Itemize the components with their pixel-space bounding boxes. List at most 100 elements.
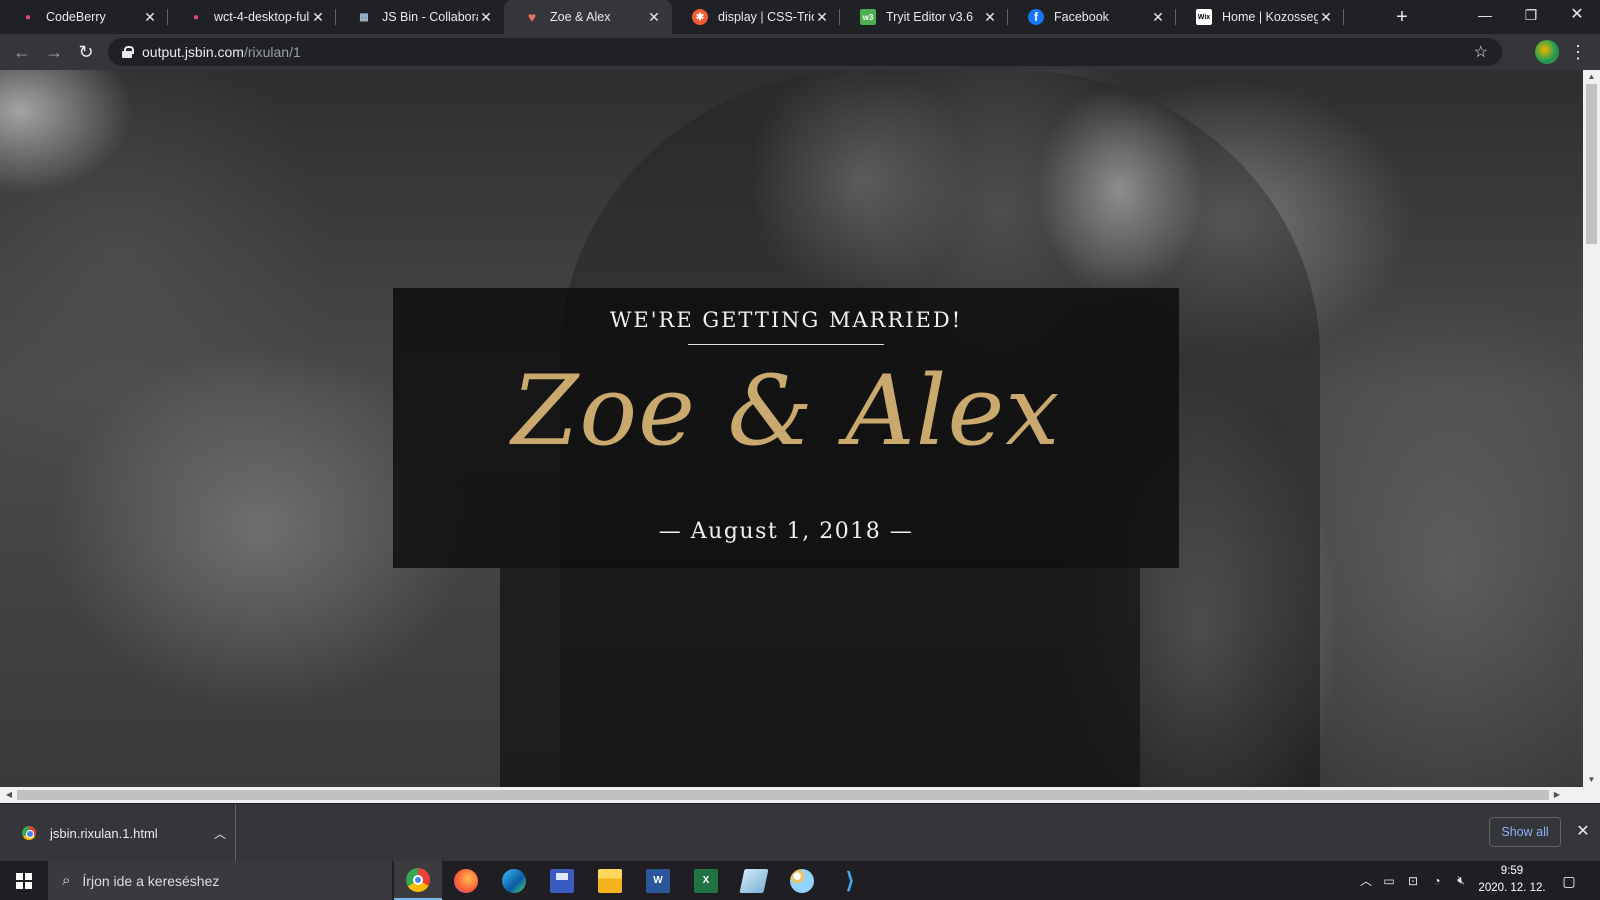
url-host: output.jsbin.com xyxy=(142,44,244,60)
clock-time: 9:59 xyxy=(1500,865,1524,877)
facebook-icon: f xyxy=(1028,9,1044,25)
back-icon[interactable]: ← xyxy=(8,38,36,66)
tab-title: Facebook xyxy=(1054,10,1109,24)
taskbar-edge[interactable] xyxy=(490,861,538,900)
download-file-name: jsbin.rixulan.1.html xyxy=(50,825,158,841)
close-shelf-icon[interactable]: ✕ xyxy=(1573,818,1593,846)
scroll-left-icon[interactable]: ◀ xyxy=(2,787,16,803)
close-tab-icon[interactable]: ✕ xyxy=(310,9,326,26)
jsbin-icon: ▦ xyxy=(359,11,369,23)
bookmark-star-icon[interactable]: ☆ xyxy=(1474,42,1488,62)
tab-zoe-alex[interactable]: ♥ Zoe & Alex ✕ xyxy=(504,0,672,34)
word-icon: W xyxy=(646,868,670,893)
horizontal-scrollbar[interactable]: ◀ ▶ xyxy=(0,787,1600,803)
tab-title: CodeBerry xyxy=(46,10,106,24)
taskbar-vscode[interactable]: ⟩ xyxy=(826,861,874,900)
url-path: /rixulan/1 xyxy=(243,44,301,60)
chevron-up-icon[interactable]: ︿ xyxy=(205,825,235,842)
close-tab-icon[interactable]: ✕ xyxy=(142,9,158,26)
close-tab-icon[interactable]: ✕ xyxy=(982,9,998,26)
show-all-button[interactable]: Show all xyxy=(1489,817,1561,847)
close-tab-icon[interactable]: ✕ xyxy=(478,9,494,26)
tab-title: Tryit Editor v3.6 xyxy=(886,10,974,24)
file-explorer-icon xyxy=(598,868,622,893)
tab-wct-4-desktop[interactable]: ● wct-4-desktop-fullp ✕ xyxy=(168,0,336,34)
css-tricks-icon: ✱ xyxy=(692,9,708,25)
save-disk-icon xyxy=(550,868,574,893)
new-tab-button[interactable]: + xyxy=(1389,4,1415,30)
vertical-scroll-thumb[interactable] xyxy=(1586,84,1597,244)
address-bar[interactable]: output.jsbin.com/rixulan/1 ☆ xyxy=(108,38,1502,66)
profile-avatar[interactable] xyxy=(1535,40,1559,64)
scroll-down-icon[interactable]: ▼ xyxy=(1583,773,1600,787)
w3schools-icon: w3 xyxy=(860,9,876,25)
wix-icon: Wix xyxy=(1196,9,1212,25)
notes-icon xyxy=(739,868,769,893)
download-item[interactable]: jsbin.rixulan.1.html ︿ xyxy=(0,804,236,862)
vertical-scrollbar[interactable]: ▲ ▼ xyxy=(1583,70,1600,787)
taskbar-search[interactable]: ⌕ Írjon ide a kereséshez xyxy=(48,861,392,900)
taskbar-paint[interactable] xyxy=(778,861,826,900)
chevron-up-tray-icon[interactable]: ︿ xyxy=(1356,861,1376,900)
photo-shadow xyxy=(500,568,1140,787)
headline: WE'RE GETTING MARRIED! xyxy=(609,308,963,332)
lock-icon[interactable] xyxy=(122,46,134,58)
taskbar-firefox[interactable] xyxy=(442,861,490,900)
taskbar-notes[interactable] xyxy=(730,861,778,900)
more-menu-icon[interactable]: ⋮ xyxy=(1568,38,1588,66)
taskbar-file-explorer[interactable] xyxy=(586,861,634,900)
chrome-file-icon xyxy=(22,826,36,840)
chrome-icon xyxy=(406,867,430,892)
taskbar-chrome[interactable] xyxy=(394,861,442,900)
minimize-icon[interactable]: — xyxy=(1462,0,1508,30)
close-tab-icon[interactable]: ✕ xyxy=(1318,9,1334,26)
search-icon: ⌕ xyxy=(62,872,71,889)
couple-names: Zoe & Alex xyxy=(511,355,1061,467)
tab-codeberry[interactable]: ● CodeBerry ✕ xyxy=(0,0,168,34)
wifi-icon[interactable]: ◔ xyxy=(1426,861,1448,900)
scroll-up-icon[interactable]: ▲ xyxy=(1583,70,1600,84)
windows-taskbar: ⌕ Írjon ide a kereséshez W X ⟩ ︿ ▭ ⊡ ◔ 🔇… xyxy=(0,861,1600,900)
battery-icon[interactable]: ▭ xyxy=(1378,861,1400,900)
volume-muted-icon[interactable]: 🔇︎ xyxy=(1450,861,1472,900)
tab-title: JS Bin - Collaborativ xyxy=(382,10,478,24)
browser-toolbar: ← → ↻ output.jsbin.com/rixulan/1 ☆ ⋮ xyxy=(0,34,1600,70)
horizontal-scroll-thumb[interactable] xyxy=(17,790,1549,800)
tab-kozossegi[interactable]: Wix Home | Kozossegife ✕ xyxy=(1176,0,1344,34)
system-clock[interactable]: 9:59 2020. 12. 12. xyxy=(1472,863,1552,897)
page-viewport: WE'RE GETTING MARRIED! Zoe & Alex — Augu… xyxy=(0,70,1583,787)
close-window-icon[interactable]: ✕ xyxy=(1554,0,1600,30)
vscode-icon: ⟩ xyxy=(845,867,855,893)
tab-separator xyxy=(1343,9,1344,25)
close-tab-icon[interactable]: ✕ xyxy=(646,9,662,26)
paint-icon xyxy=(790,868,814,893)
tab-title: wct-4-desktop-fullp xyxy=(214,10,310,24)
forward-icon[interactable]: → xyxy=(40,38,68,66)
firefox-icon xyxy=(454,868,478,893)
download-shelf: jsbin.rixulan.1.html ︿ Show all ✕ xyxy=(0,803,1600,862)
edge-icon xyxy=(502,868,526,893)
tab-title: Zoe & Alex xyxy=(550,10,611,24)
taskbar-save[interactable] xyxy=(538,861,586,900)
codeberry-icon: ● xyxy=(24,11,32,23)
start-button[interactable] xyxy=(0,861,48,900)
tab-facebook[interactable]: f Facebook ✕ xyxy=(1008,0,1176,34)
windows-logo-icon xyxy=(16,872,32,889)
tab-tryit-editor[interactable]: w3 Tryit Editor v3.6 ✕ xyxy=(840,0,1008,34)
tab-title: Home | Kozossegife xyxy=(1222,10,1318,24)
reload-icon[interactable]: ↻ xyxy=(72,38,100,66)
tab-jsbin[interactable]: ▦ JS Bin - Collaborativ ✕ xyxy=(336,0,504,34)
headline-divider xyxy=(688,344,884,345)
excel-icon: X xyxy=(694,868,718,893)
scroll-right-icon[interactable]: ▶ xyxy=(1550,787,1564,803)
notification-icon[interactable]: ▢ xyxy=(1556,868,1582,894)
taskbar-excel[interactable]: X xyxy=(682,861,730,900)
taskbar-word[interactable]: W xyxy=(634,861,682,900)
search-placeholder: Írjon ide a kereséshez xyxy=(82,872,220,889)
close-tab-icon[interactable]: ✕ xyxy=(814,9,830,26)
heart-icon: ♥ xyxy=(527,9,537,25)
network-status-icon[interactable]: ⊡ xyxy=(1402,861,1424,900)
close-tab-icon[interactable]: ✕ xyxy=(1150,9,1166,26)
restore-icon[interactable]: ❐ xyxy=(1508,0,1554,30)
tab-css-tricks[interactable]: ✱ display | CSS-Tricks ✕ xyxy=(672,0,840,34)
